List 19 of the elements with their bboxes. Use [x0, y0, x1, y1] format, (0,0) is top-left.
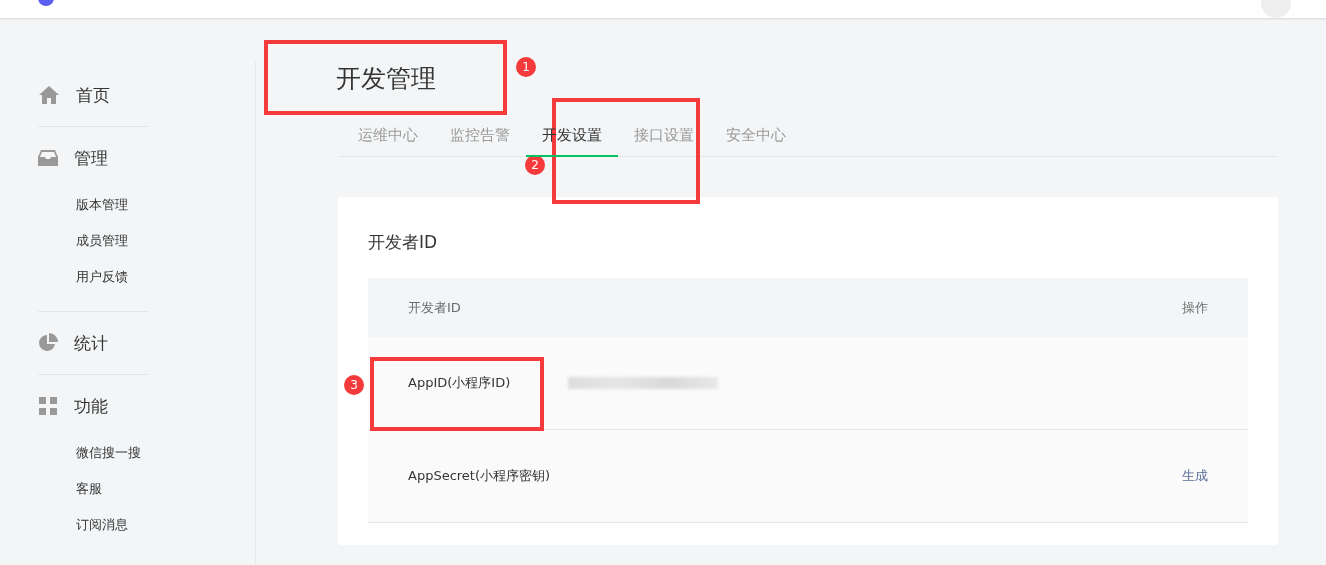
nav-section[interactable]: 管理: [74, 146, 108, 170]
nav-item[interactable]: 成员管理: [38, 223, 255, 259]
step-badge: 2: [525, 155, 545, 175]
column-header: 操作: [1182, 298, 1208, 317]
nav-section[interactable]: 首页: [76, 83, 110, 107]
generate-link[interactable]: 生成: [1182, 467, 1208, 485]
row-label: AppID(小程序ID): [408, 374, 512, 392]
step-badge: 1: [516, 57, 536, 77]
nav-item[interactable]: 订阅消息: [38, 507, 255, 543]
nav-item[interactable]: 微信搜一搜: [38, 435, 255, 471]
nav-item[interactable]: 版本管理: [38, 187, 255, 223]
page-title: 开发管理: [336, 63, 436, 95]
card-title: 开发者ID: [368, 231, 439, 254]
nav-item[interactable]: 用户反馈: [38, 259, 255, 295]
nav-section[interactable]: 功能: [74, 394, 108, 418]
nav-section[interactable]: 统计: [74, 331, 108, 355]
nav-item[interactable]: 客服: [38, 471, 255, 507]
column-header: 开发者ID: [408, 298, 461, 317]
row-label: AppSecret(小程序密钥): [408, 467, 552, 485]
